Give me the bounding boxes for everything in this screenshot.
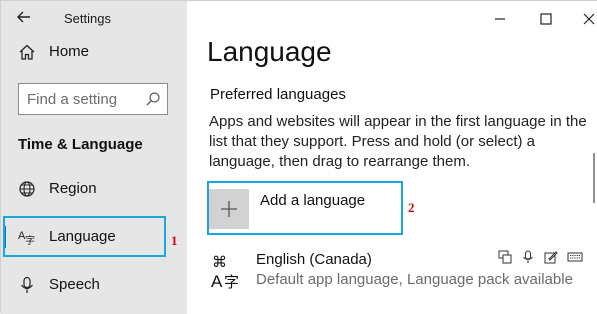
- sidebar-item-label: Speech: [49, 276, 100, 293]
- sidebar-item-home[interactable]: Home: [1, 33, 187, 73]
- home-icon: [19, 44, 35, 60]
- language-details: Default app language, Language pack avai…: [256, 271, 573, 288]
- search-input[interactable]: [27, 88, 139, 110]
- keyboard-icon: [567, 252, 583, 262]
- scrollbar-thumb[interactable]: [593, 153, 595, 203]
- svg-text:⌘: ⌘: [212, 253, 227, 271]
- globe-icon: [19, 181, 35, 197]
- annotation-marker-2: 2: [408, 200, 415, 215]
- sidebar-item-label: Language: [49, 228, 116, 245]
- speech-icon: [523, 250, 533, 263]
- minimize-icon: [495, 18, 505, 20]
- language-list-item[interactable]: ⌘ A 字 English (Canada) Default app langu…: [209, 247, 589, 297]
- svg-text:A: A: [211, 272, 223, 289]
- app-title: Settings: [64, 11, 111, 26]
- minimize-button[interactable]: [490, 10, 510, 28]
- plus-icon: [221, 201, 237, 217]
- search-box: [18, 83, 168, 115]
- main-panel: Language Preferred languages Apps and we…: [187, 1, 597, 314]
- language-icon: ⌘ A 字: [211, 253, 239, 289]
- maximize-button[interactable]: [536, 10, 556, 28]
- sidebar-item-region[interactable]: Region: [1, 170, 187, 210]
- description-text: Apps and websites will appear in the fir…: [209, 113, 587, 170]
- sidebar-item-language[interactable]: A 字 Language: [1, 218, 187, 258]
- section-title: Time & Language: [18, 136, 143, 153]
- handwriting-icon: [544, 251, 558, 264]
- back-arrow-icon: [17, 11, 30, 23]
- maximize-icon: [540, 13, 552, 25]
- selected-indicator: [3, 226, 6, 248]
- sidebar: Settings Home Time & Language Region: [1, 1, 187, 314]
- annotation-marker-1: 1: [171, 233, 178, 248]
- sidebar-item-label: Home: [49, 43, 90, 60]
- add-language-label: Add a language: [260, 192, 366, 209]
- title-bar: Settings: [1, 1, 187, 35]
- language-icon: A 字: [18, 230, 35, 246]
- svg-text:字: 字: [224, 273, 239, 289]
- search-icon[interactable]: [145, 91, 161, 107]
- microphone-icon: [21, 276, 33, 293]
- add-language-button[interactable]: Add a language: [209, 186, 379, 230]
- language-name: English (Canada): [256, 251, 372, 268]
- close-icon: [583, 13, 595, 25]
- close-button[interactable]: [579, 10, 597, 28]
- add-tile: [209, 189, 249, 229]
- sidebar-item-speech[interactable]: Speech: [1, 266, 187, 306]
- svg-text:字: 字: [25, 234, 35, 246]
- back-button[interactable]: [14, 7, 36, 27]
- display-language-icon: [498, 250, 512, 264]
- section-subheading: Preferred languages: [210, 86, 346, 103]
- sidebar-item-label: Region: [49, 180, 97, 197]
- page-title: Language: [207, 36, 332, 67]
- settings-window: Settings Home Time & Language Region: [0, 0, 597, 314]
